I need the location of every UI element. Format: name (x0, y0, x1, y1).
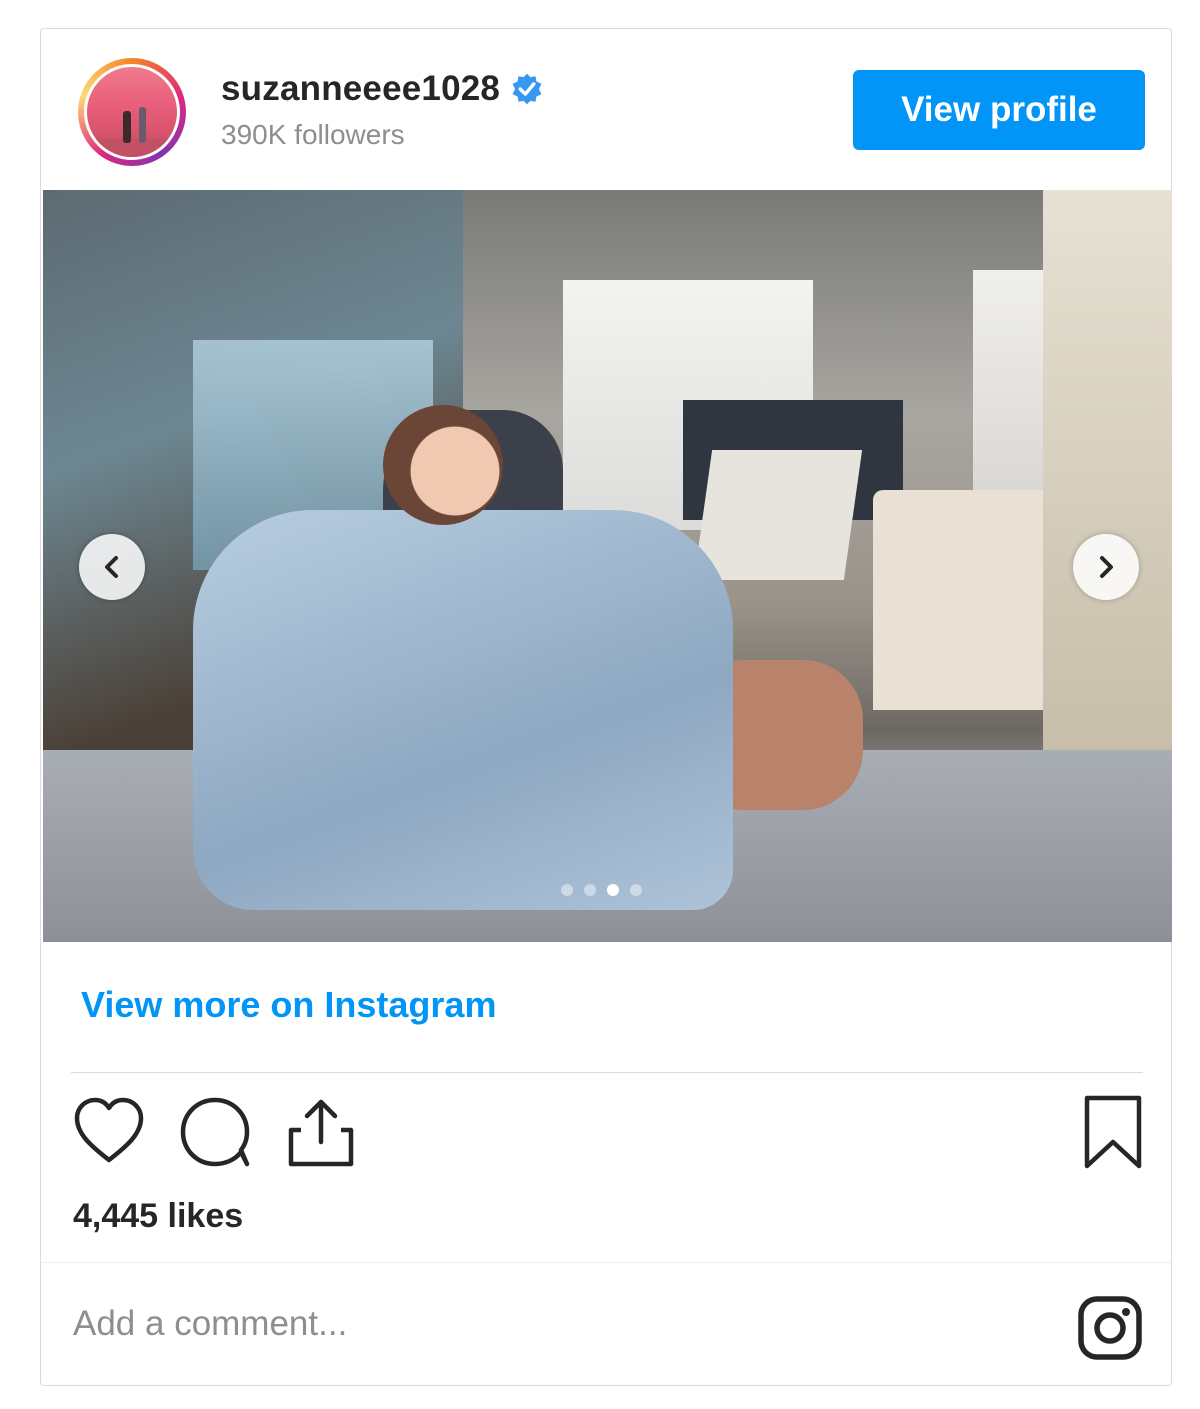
bookmark-icon[interactable] (1079, 1094, 1147, 1170)
share-icon[interactable] (283, 1094, 359, 1170)
chevron-right-icon (1100, 556, 1113, 578)
chevron-left-icon (105, 556, 118, 578)
carousel-dot (584, 884, 596, 896)
carousel-dot (630, 884, 642, 896)
username[interactable]: suzanneeee1028 (221, 69, 500, 109)
view-more-link[interactable]: View more on Instagram (81, 984, 496, 1026)
previous-slide-button[interactable] (79, 534, 145, 600)
carousel-dot (561, 884, 573, 896)
view-profile-button[interactable]: View profile (853, 70, 1145, 150)
avatar[interactable] (78, 58, 186, 166)
verified-badge-icon (512, 73, 542, 105)
heart-icon[interactable] (71, 1094, 147, 1170)
next-slide-button[interactable] (1073, 534, 1139, 600)
follower-count: 390K followers (221, 119, 405, 150)
avatar-image (84, 64, 180, 160)
action-bar (71, 1094, 1146, 1174)
username-row: suzanneeee1028 (221, 69, 544, 109)
divider (71, 1072, 1143, 1073)
post-header: suzanneeee1028 390K followers View profi… (41, 29, 1171, 189)
like-count: 4,445 likes (73, 1197, 244, 1235)
comment-input[interactable]: Add a comment... (73, 1304, 347, 1344)
carousel-indicator (561, 884, 642, 896)
instagram-embed-card: suzanneeee1028 390K followers View profi… (40, 28, 1172, 1386)
instagram-icon[interactable] (1077, 1295, 1143, 1361)
carousel-dot-active (607, 884, 619, 896)
divider (41, 1262, 1171, 1263)
comment-icon[interactable] (177, 1094, 253, 1170)
post-image[interactable] (43, 190, 1172, 942)
